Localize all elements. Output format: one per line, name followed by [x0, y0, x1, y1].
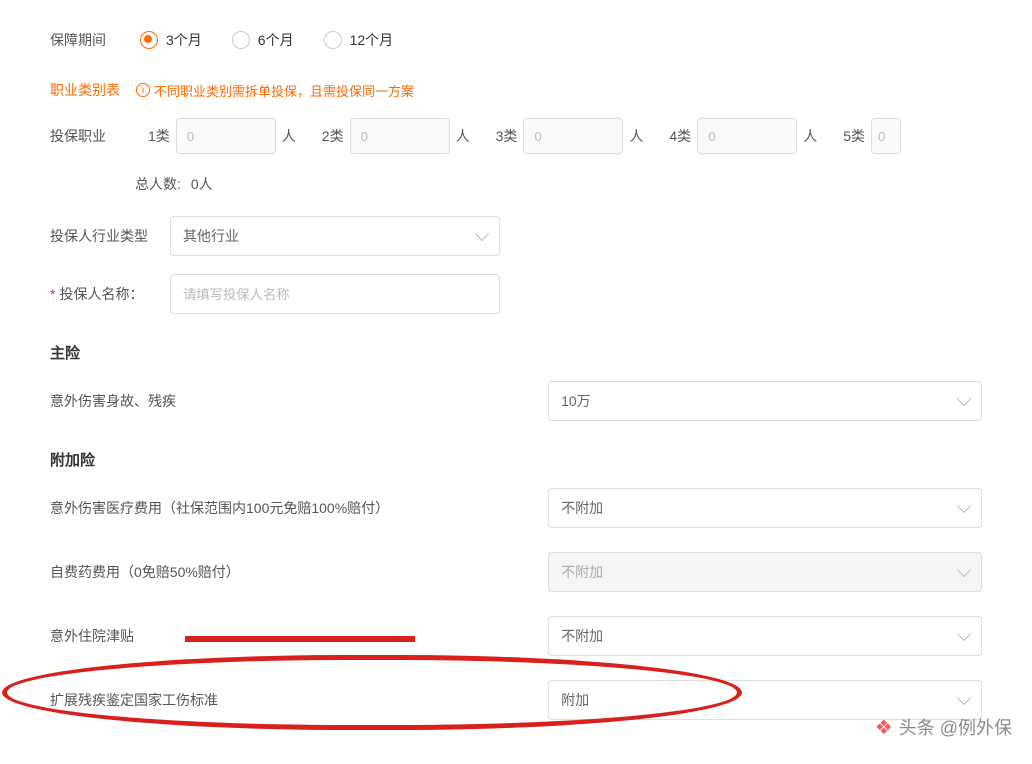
watermark: ❖ 头条 @例外保 — [875, 714, 1012, 740]
watermark-text: 头条 @例外保 — [899, 714, 1012, 740]
occ-input-3[interactable] — [523, 118, 623, 154]
chevron-down-icon — [475, 227, 489, 241]
required-mark: * — [50, 286, 55, 302]
period-option-3m[interactable]: 3个月 — [140, 30, 202, 50]
industry-selected-value: 其他行业 — [183, 226, 239, 246]
occupation-tip: i 不同职业类别需拆单投保，且需投保同一方案 — [136, 81, 414, 100]
industry-label: 投保人行业类型 — [50, 226, 170, 246]
chevron-down-icon — [957, 691, 971, 705]
toutiao-icon: ❖ — [875, 715, 893, 740]
radio-icon — [324, 31, 342, 49]
occupation-row-label: 投保职业 — [50, 126, 140, 146]
occ-input-4[interactable] — [697, 118, 797, 154]
radio-icon — [232, 31, 250, 49]
addon-item-select-0[interactable]: 不附加 — [548, 488, 982, 528]
period-option-label: 12个月 — [350, 30, 394, 50]
period-option-12m[interactable]: 12个月 — [324, 30, 394, 50]
period-option-label: 6个月 — [258, 30, 294, 50]
radio-icon — [140, 31, 158, 49]
occ-category-2: 2类 — [322, 126, 344, 146]
addon-item-select-2[interactable]: 不附加 — [548, 616, 982, 656]
industry-select[interactable]: 其他行业 — [170, 216, 500, 256]
unit-label: 人 — [803, 126, 817, 146]
main-ins-item-label: 意外伤害身故、残疾 — [50, 391, 548, 411]
unit-label: 人 — [629, 126, 643, 146]
occ-category-3: 3类 — [496, 126, 518, 146]
main-insurance-title: 主险 — [50, 342, 982, 363]
period-option-label: 3个月 — [166, 30, 202, 50]
info-icon: i — [136, 83, 150, 97]
applicant-name-input[interactable] — [170, 274, 500, 314]
occupation-table-link[interactable]: 职业类别表 — [50, 80, 120, 100]
total-people-label: 总人数: — [135, 174, 181, 194]
chevron-down-icon — [957, 392, 971, 406]
occ-category-4: 4类 — [669, 126, 691, 146]
main-ins-item-select[interactable]: 10万 — [548, 381, 982, 421]
addon-item-label-2: 意外住院津贴 — [50, 626, 548, 646]
addon-insurance-title: 附加险 — [50, 449, 982, 470]
total-people-value: 0人 — [191, 174, 213, 194]
addon-item-label-3: 扩展残疾鉴定国家工伤标准 — [50, 690, 548, 710]
period-label: 保障期间 — [50, 30, 140, 50]
addon-item-select-1: 不附加 — [548, 552, 982, 592]
addon-item-value-1: 不附加 — [561, 562, 603, 582]
addon-item-label-1: 自费药费用（0免赔50%赔付） — [50, 562, 548, 582]
occ-input-1[interactable] — [176, 118, 276, 154]
period-radio-group: 3个月 6个月 12个月 — [140, 30, 393, 50]
unit-label: 人 — [282, 126, 296, 146]
chevron-down-icon — [957, 627, 971, 641]
unit-label: 人 — [456, 126, 470, 146]
period-option-6m[interactable]: 6个月 — [232, 30, 294, 50]
addon-item-value-3: 附加 — [561, 690, 589, 710]
addon-item-value-0: 不附加 — [561, 498, 603, 518]
occ-input-5[interactable] — [871, 118, 901, 154]
occ-input-2[interactable] — [350, 118, 450, 154]
applicant-name-label: *投保人名称： — [50, 284, 170, 304]
main-ins-item-value: 10万 — [561, 391, 591, 411]
occ-category-1: 1类 — [148, 126, 170, 146]
chevron-down-icon — [957, 499, 971, 513]
occ-category-5: 5类 — [843, 126, 865, 146]
occupation-tip-text: 不同职业类别需拆单投保，且需投保同一方案 — [154, 81, 414, 100]
addon-item-label-0: 意外伤害医疗费用（社保范围内100元免赔100%赔付） — [50, 498, 548, 518]
addon-item-value-2: 不附加 — [561, 626, 603, 646]
chevron-down-icon — [957, 563, 971, 577]
